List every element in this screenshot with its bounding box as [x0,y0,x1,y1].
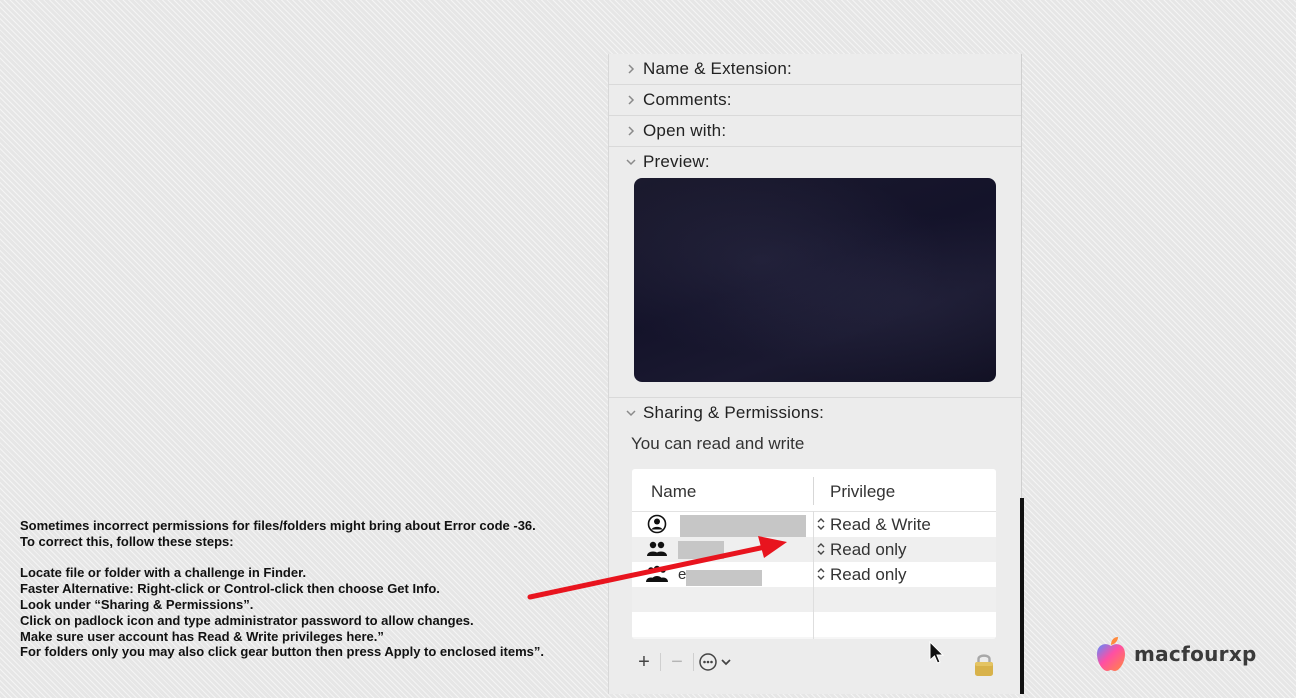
group-everyone-icon [646,564,668,584]
instruction-line: Locate file or folder with a challenge i… [20,565,307,581]
section-label: Open with: [643,121,727,140]
chevron-right-icon[interactable] [625,125,637,137]
table-row-empty [632,612,996,637]
remove-user-button[interactable]: − [665,650,689,674]
window-edge [1020,498,1024,694]
instructions-text: Sometimes incorrect permissions for file… [20,518,610,660]
privilege-select[interactable]: Read & Write [830,515,931,535]
apple-logo-icon [1094,634,1128,674]
table-row[interactable]: staff Read only [632,537,996,562]
table-row[interactable]: everyone Read only [632,562,996,587]
add-user-button[interactable]: + [632,650,656,674]
instruction-line [20,550,610,566]
action-menu-button[interactable] [698,650,738,674]
group-icon [646,539,668,559]
padlock-icon[interactable] [972,651,996,677]
instruction-line: For folders only you may also click gear… [20,644,544,660]
section-label: Comments: [643,90,732,109]
instruction-line: Make sure user account has Read & Write … [20,628,384,644]
single-user-icon [646,514,668,534]
section-label: Name & Extension: [643,59,792,78]
redacted-username [686,570,762,586]
instruction-line: Faster Alternative: Right-click or Contr… [20,581,440,597]
instruction-line: Sometimes incorrect permissions for file… [20,518,536,533]
chevron-down-icon[interactable] [625,407,637,419]
section-preview[interactable]: Preview: [609,147,1021,177]
chevron-right-icon[interactable] [625,94,637,106]
up-down-chevron-icon[interactable] [816,567,826,581]
column-divider [813,477,814,505]
privilege-select[interactable]: Read only [830,565,907,585]
mouse-cursor-icon [929,641,945,665]
brand-name: macfourxp [1134,642,1257,666]
instruction-line: Click on padlock icon and type administr… [20,612,474,628]
up-down-chevron-icon[interactable] [816,517,826,531]
permissions-table: Name Privilege Read & Write staff Read o… [632,469,996,639]
brand-watermark: macfourxp [1094,634,1257,674]
table-row-empty [632,587,996,612]
column-header-name[interactable]: Name [651,482,696,502]
section-open-with[interactable]: Open with: [609,116,1021,147]
privilege-select[interactable]: Read only [830,540,907,560]
section-label: Sharing & Permissions: [643,403,825,422]
up-down-chevron-icon[interactable] [816,542,826,556]
table-header: Name Privilege [632,469,996,512]
redacted-username [680,515,806,537]
preview-image [634,178,996,382]
get-info-panel: Name & Extension: Comments: Open with: P… [608,54,1022,694]
section-comments[interactable]: Comments: [609,85,1021,116]
section-label: Preview: [643,152,710,171]
redacted-username [678,541,724,559]
section-sharing-permissions[interactable]: Sharing & Permissions: [609,397,1021,428]
toolbar-divider [660,653,661,671]
instruction-line: To correct this, follow these steps: [20,533,234,549]
chevron-down-icon[interactable] [625,156,637,168]
column-divider [813,511,814,639]
chevron-right-icon[interactable] [625,63,637,75]
section-name-extension[interactable]: Name & Extension: [609,54,1021,85]
permission-status: You can read and write [631,434,805,453]
table-row[interactable]: Read & Write [632,512,996,537]
ellipsis-circle-icon [699,653,731,671]
column-header-privilege[interactable]: Privilege [830,482,895,502]
toolbar-divider [693,653,694,671]
instruction-line: Look under “Sharing & Permissions”. [20,596,254,612]
permissions-toolbar: + − [632,649,738,675]
